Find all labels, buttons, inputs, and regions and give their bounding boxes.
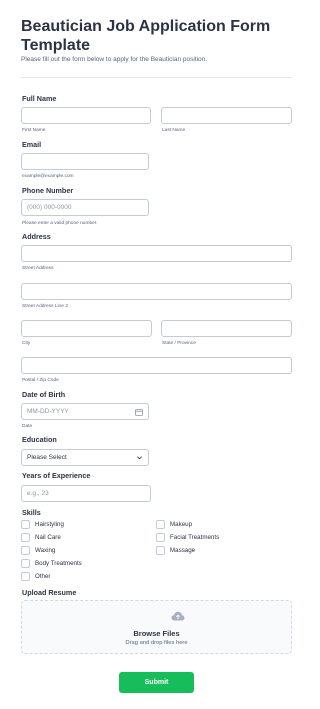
skills-label: Skills [22,508,41,517]
experience-input[interactable]: e.g., 23 [21,485,151,502]
experience-placeholder: e.g., 23 [27,490,49,497]
skill-label: Body Treatments [35,560,82,567]
city-input[interactable] [21,320,152,337]
last-name-input[interactable] [161,107,292,124]
phone-input[interactable]: (000) 000-0000 [21,199,149,216]
checkbox[interactable] [156,533,165,542]
dob-placeholder: MM-DD-YYYY [27,408,69,415]
skill-checkbox-massage[interactable]: Massage [156,546,195,555]
address-label: Address [22,232,51,241]
phone-placeholder: (000) 000-0000 [27,204,72,211]
experience-label: Years of Experience [22,471,91,480]
street-address-input[interactable] [21,245,292,262]
skill-checkbox-facial-treatments[interactable]: Facial Treatments [156,533,219,542]
chevron-down-icon[interactable] [136,454,143,461]
file-upload-dropzone[interactable]: Browse Files Drag and drop files here [21,600,292,654]
drag-drop-text: Drag and drop files here [125,640,188,646]
city-sublabel: City [22,341,31,346]
education-selected-value: Please Select [27,454,67,461]
upload-label: Upload Resume [22,588,77,597]
cloud-upload-icon [171,611,185,621]
form-title: Beautician Job Application Form Template [21,18,271,54]
email-input[interactable] [21,153,149,170]
skill-checkbox-makeup[interactable]: Makeup [156,520,192,529]
education-select[interactable]: Please Select [21,449,149,466]
skill-checkbox-body-treatments[interactable]: Body Treatments [21,559,82,568]
skill-label: Makeup [170,521,193,528]
skill-checkbox-waxing[interactable]: Waxing [21,546,55,555]
skill-checkbox-hairstyling[interactable]: Hairstyling [21,520,64,529]
checkbox[interactable] [21,559,30,568]
email-label: Email [22,140,42,149]
zip-input[interactable] [21,357,292,374]
skill-checkbox-other[interactable]: Other [21,572,50,581]
dob-input[interactable]: MM-DD-YYYY [21,403,149,420]
skill-label: Facial Treatments [170,534,220,541]
state-sublabel: State / Province [162,341,196,346]
skill-checkbox-nail-care[interactable]: Nail Care [21,533,61,542]
dob-sublabel: Date [22,424,33,429]
submit-button[interactable]: Submit [119,672,194,693]
checkbox[interactable] [156,520,165,529]
phone-sublabel: Please enter a valid phone number. [22,221,98,226]
checkbox[interactable] [156,546,165,555]
email-sublabel: example@example.com [22,174,74,179]
checkbox[interactable] [21,520,30,529]
street-address-2-input[interactable] [21,283,292,300]
zip-sublabel: Postal / Zip Code [22,378,59,383]
calendar-icon[interactable] [135,408,143,416]
first-name-sublabel: First Name [22,128,46,133]
phone-label: Phone Number [22,186,74,195]
skill-label: Massage [170,547,196,554]
education-label: Education [22,435,57,444]
checkbox[interactable] [21,546,30,555]
full-name-label: Full Name [22,94,57,103]
header-divider [21,77,292,78]
browse-files-button[interactable]: Browse Files [22,629,291,638]
checkbox[interactable] [21,572,30,581]
skill-label: Waxing [35,547,56,554]
checkbox[interactable] [21,533,30,542]
skill-label: Other [35,573,51,580]
form-subtitle: Please fill out the form below to apply … [21,56,208,63]
skill-label: Nail Care [35,534,61,541]
last-name-sublabel: Last Name [162,128,186,133]
state-input[interactable] [161,320,292,337]
skill-label: Hairstyling [35,521,64,528]
street-address-2-sublabel: Street Address Line 2 [22,304,68,309]
first-name-input[interactable] [21,107,151,124]
street-address-sublabel: Street Address [22,266,54,271]
dob-label: Date of Birth [22,390,66,399]
